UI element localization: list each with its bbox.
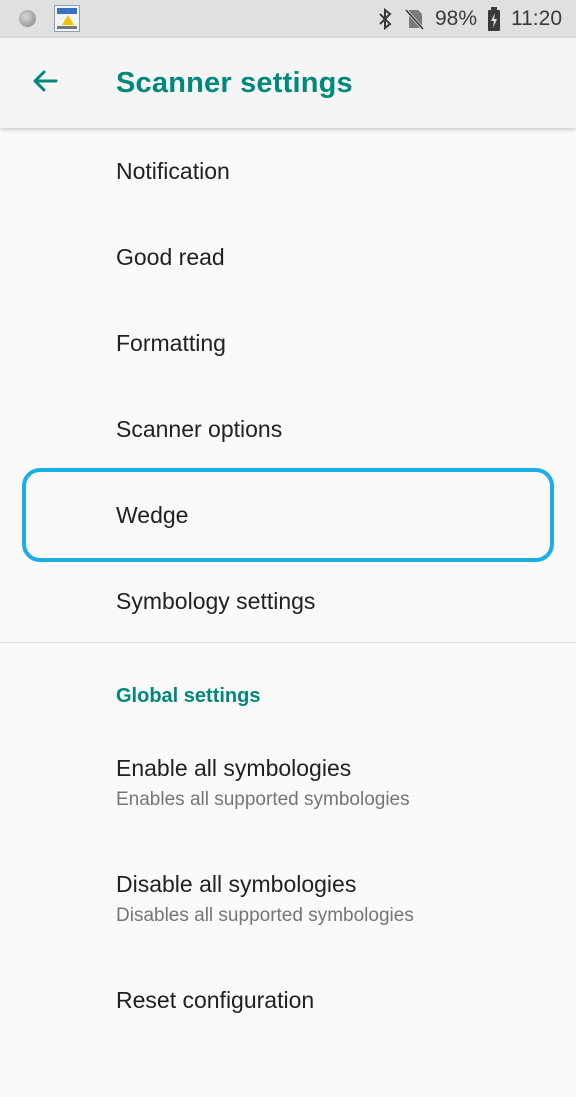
pref-summary: Enables all supported symbologies — [116, 789, 410, 810]
bluetooth-icon — [377, 7, 393, 31]
menu-item-good-read[interactable]: Good read — [0, 214, 576, 300]
scanner-app-warning-icon — [54, 5, 80, 32]
menu-item-notification[interactable]: Notification — [0, 128, 576, 214]
menu-item-formatting[interactable]: Formatting — [0, 300, 576, 386]
menu-item-label: Notification — [116, 158, 230, 184]
arrow-back-icon — [31, 67, 59, 100]
pref-title: Enable all symbologies — [116, 755, 352, 781]
divider — [0, 642, 576, 643]
menu-item-label: Formatting — [116, 330, 226, 356]
menu-item-scanner-options[interactable]: Scanner options — [0, 386, 576, 472]
battery-charging-icon — [487, 6, 501, 32]
app-bar: Scanner settings — [0, 38, 576, 128]
notification-dot-icon — [19, 10, 36, 27]
pref-title: Reset configuration — [116, 987, 315, 1013]
pref-reset-configuration[interactable]: Reset configuration — [0, 987, 576, 1097]
pref-enable-all-symbologies[interactable]: Enable all symbologies Enables all suppo… — [0, 755, 576, 865]
section-header-global-settings: Global settings — [116, 685, 261, 707]
menu-item-label: Symbology settings — [116, 588, 316, 614]
pref-disable-all-symbologies[interactable]: Disable all symbologies Disables all sup… — [0, 871, 576, 981]
clock: 11:20 — [511, 7, 562, 30]
no-sim-icon — [403, 7, 425, 31]
menu-item-label: Wedge — [116, 502, 189, 528]
pref-title: Disable all symbologies — [116, 871, 357, 897]
menu-item-label: Good read — [116, 244, 225, 270]
menu-item-label: Scanner options — [116, 416, 283, 442]
status-bar: 98% 11:20 — [0, 0, 576, 38]
menu-item-symbology-settings[interactable]: Symbology settings — [0, 558, 576, 644]
pref-summary: Disables all supported symbologies — [116, 905, 414, 926]
battery-percentage: 98% — [434, 7, 477, 30]
back-button[interactable] — [20, 58, 70, 108]
page-title: Scanner settings — [116, 67, 353, 99]
menu-item-wedge[interactable]: Wedge — [0, 472, 576, 558]
